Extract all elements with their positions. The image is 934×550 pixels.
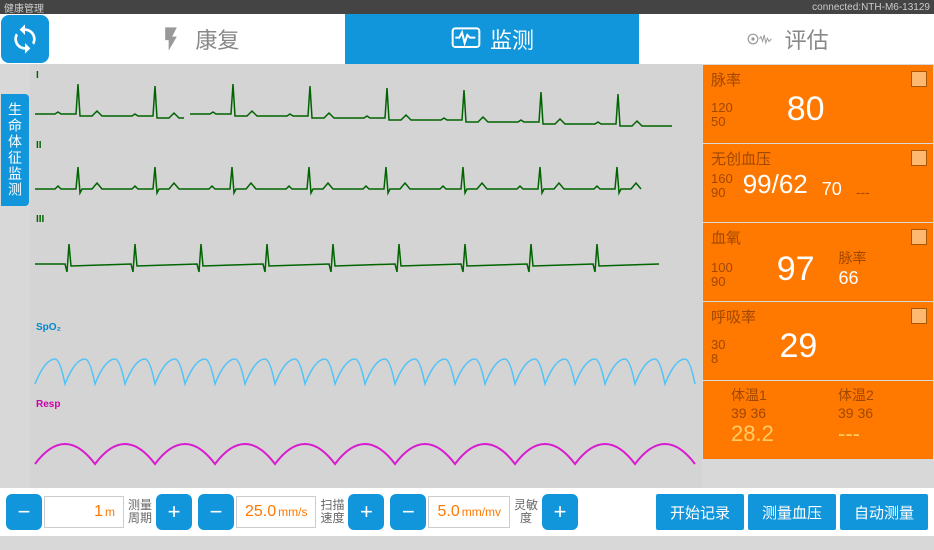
sens-label: 灵敏 度 [512,499,540,525]
resp-value: 29 [779,327,817,366]
vital-spo2-card[interactable]: 血氧 10090 97 脉率66 [703,223,933,301]
vital-temp-card[interactable]: 体温1 39 36 28.2 体温2 39 36 --- [703,381,933,459]
left-sidebar: 生命体征监测 [0,64,30,488]
nibp-value: 99/62 [743,169,808,200]
spo2-value: 97 [777,250,815,289]
spo2-title: 血氧 [711,227,925,248]
scanspeed-stepper: − 25.0mm/s 扫描 速度 + [198,494,384,530]
period-label: 测量 周期 [126,499,154,525]
vital-pulse-card[interactable]: 脉率 12050 80 [703,65,933,143]
assess-icon [745,23,777,55]
sens-plus-button[interactable]: + [542,494,578,530]
nibp-title: 无创血压 [711,148,925,169]
connection-status: connected:NTH-M6-13129 [812,2,930,13]
resp-title: 呼吸率 [711,306,925,327]
temp2-value: --- [838,421,925,447]
header-tabs: 康复 监测 评估 [0,14,934,64]
vitals-panel: 脉率 12050 80 无创血压 16090 99/62 70 --- 血氧 1… [702,64,934,488]
tab-monitor-label: 监测 [490,23,534,55]
scan-plus-button[interactable]: + [348,494,384,530]
bolt-icon [155,23,187,55]
bottom-toolbar: − 1m 测量 周期 + − 25.0mm/s 扫描 速度 + − 5.0mm/… [0,488,934,536]
resp-label: Resp [36,399,60,410]
pulse-checkbox[interactable] [911,71,927,87]
tab-assess-label: 评估 [785,23,829,55]
sync-button[interactable] [1,15,49,63]
nibp-checkbox[interactable] [911,150,927,166]
waveform-area: I II III SpO₂ Resp [30,64,702,488]
tab-rehab-label: 康复 [195,23,239,55]
lead1-label: I [36,70,39,81]
start-record-button[interactable]: 开始记录 [656,494,744,530]
sync-icon [9,23,41,55]
scan-label: 扫描 速度 [318,499,346,525]
period-value: 1m [44,496,124,528]
tab-assess[interactable]: 评估 [639,14,934,64]
top-status-bar: 健康管理 connected:NTH-M6-13129 [0,0,934,14]
temp1-value: 28.2 [731,421,818,447]
scan-minus-button[interactable]: − [198,494,234,530]
sens-value: 5.0mm/mv [428,496,510,528]
pulse-title: 脉率 [711,69,925,90]
sensitivity-stepper: − 5.0mm/mv 灵敏 度 + [390,494,578,530]
lead3-label: III [36,214,44,225]
scan-value: 25.0mm/s [236,496,316,528]
sens-minus-button[interactable]: − [390,494,426,530]
pulse-value: 80 [787,90,825,129]
spo2-label: SpO₂ [36,322,61,333]
period-stepper: − 1m 测量 周期 + [6,494,192,530]
period-plus-button[interactable]: + [156,494,192,530]
sidebar-vitals-tab[interactable]: 生命体征监测 [1,94,29,206]
waveform-svg [30,64,700,488]
vital-resp-card[interactable]: 呼吸率 308 29 [703,302,933,380]
measure-bp-button[interactable]: 测量血压 [748,494,836,530]
tab-rehab[interactable]: 康复 [50,14,345,64]
tab-monitor[interactable]: 监测 [345,14,640,64]
period-minus-button[interactable]: − [6,494,42,530]
app-title: 健康管理 [4,0,44,15]
vital-nibp-card[interactable]: 无创血压 16090 99/62 70 --- [703,144,933,222]
resp-checkbox[interactable] [911,308,927,324]
monitor-icon [450,23,482,55]
spo2-checkbox[interactable] [911,229,927,245]
auto-measure-button[interactable]: 自动测量 [840,494,928,530]
lead2-label: II [36,140,42,151]
